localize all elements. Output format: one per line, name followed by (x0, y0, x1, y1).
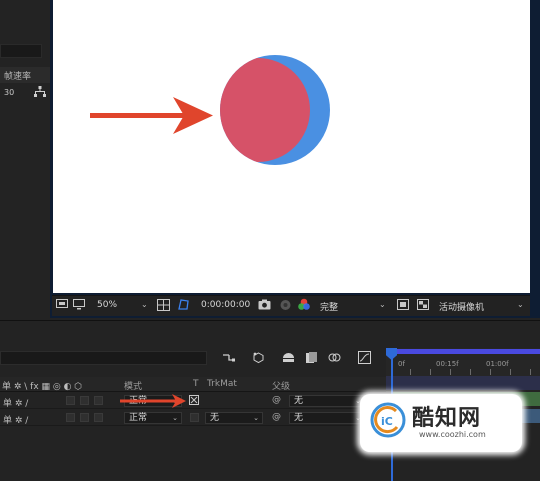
chevron-down-icon[interactable]: ⌄ (141, 300, 148, 309)
project-search-input[interactable] (0, 44, 42, 58)
camera-select[interactable]: 活动摄像机 (439, 300, 484, 313)
mask-icon[interactable] (177, 298, 190, 311)
blend-mode-value: 正常 (129, 413, 148, 423)
switch-box[interactable] (80, 396, 89, 405)
red-circle[interactable] (206, 58, 310, 162)
t-column-label[interactable]: T (193, 379, 199, 389)
chevron-down-icon[interactable]: ⌄ (517, 300, 524, 309)
svg-text:iC: iC (381, 415, 393, 428)
frame-rate-column-label[interactable]: 帧速率 (4, 69, 31, 82)
ruler-label: 0f (398, 360, 405, 368)
parent-column-label[interactable]: 父级 (272, 379, 290, 392)
parent-value: 无 (294, 396, 304, 406)
coozhi-logo-icon: iC (370, 402, 406, 438)
snapshot-icon[interactable] (258, 299, 271, 310)
ruler-tick (410, 369, 411, 375)
switch-box[interactable] (94, 396, 103, 405)
grid-icon[interactable] (157, 299, 170, 311)
parent-value: 无 (294, 413, 304, 423)
comp-flowchart-icon[interactable] (222, 351, 236, 364)
trkmat-column-label[interactable]: TrkMat (207, 379, 237, 389)
preserve-transparency-checkbox[interactable] (189, 395, 199, 405)
comp-region-icon[interactable] (56, 299, 68, 310)
resolution-select[interactable]: 完整 (320, 300, 338, 313)
fast-preview-icon[interactable] (397, 299, 409, 310)
watermark-name: 酷知网 (412, 406, 482, 431)
red-arrow-annotation (120, 394, 186, 408)
flowchart-icon[interactable] (34, 86, 46, 97)
timecode-display[interactable]: 0:00:00:00 (201, 300, 250, 310)
chevron-down-icon: ⌄ (253, 414, 259, 422)
switches-header: 单 ✲ \ fx ▦ ◎ ◐ ⬡ (2, 382, 83, 392)
draft-3d-icon[interactable] (251, 351, 265, 364)
ruler-label: 01:00f (486, 360, 509, 368)
ruler-tick (450, 369, 451, 375)
pick-whip-icon[interactable]: @ (272, 395, 281, 405)
chevron-down-icon: ⌄ (172, 414, 178, 422)
parent-dropdown[interactable]: 无 ⌄ (289, 395, 365, 407)
mode-column-label[interactable]: 模式 (124, 379, 142, 392)
layer-switches[interactable]: 单 ✲ / (3, 413, 28, 426)
switch-box[interactable] (66, 413, 75, 422)
ruler-tick (430, 369, 431, 375)
show-snapshot-icon[interactable] (279, 299, 292, 311)
ruler-label: 00:15f (436, 360, 459, 368)
ruler-tick (510, 369, 511, 375)
trkmat-value: 无 (210, 413, 220, 423)
ruler-tick (470, 369, 471, 375)
frame-rate-value: 30 (4, 88, 15, 97)
frame-blending-icon[interactable] (304, 351, 318, 364)
shy-layers-icon[interactable] (281, 351, 295, 364)
work-area-bar[interactable] (386, 376, 540, 390)
trkmat-dropdown[interactable]: 无 ⌄ (205, 412, 263, 424)
magnification-select[interactable]: 50% (97, 300, 117, 310)
parent-dropdown[interactable]: 无 ⌄ (289, 412, 365, 424)
color-channels-icon[interactable] (297, 298, 311, 311)
transparency-grid-icon[interactable] (417, 299, 429, 310)
ruler-tick (490, 369, 491, 375)
red-arrow-annotation (90, 97, 213, 134)
switch-box[interactable] (80, 413, 89, 422)
switch-box[interactable] (66, 396, 75, 405)
chevron-down-icon[interactable]: ⌄ (379, 300, 386, 309)
time-navigator[interactable] (388, 349, 540, 354)
overlapping-circles[interactable] (206, 55, 330, 165)
monitor-icon[interactable] (73, 299, 85, 310)
ruler-tick (530, 369, 531, 375)
pick-whip-icon[interactable]: @ (272, 412, 281, 422)
motion-blur-icon[interactable] (327, 351, 341, 364)
composition-scene (90, 55, 330, 165)
graph-editor-icon[interactable] (357, 351, 371, 364)
switch-box[interactable] (94, 413, 103, 422)
after-effects-window: 帧速率 30 50% ⌄ 0:00:00:00 完整 ⌄ 活动摄像机 ⌄ 单 ✲… (0, 0, 540, 481)
preserve-transparency-checkbox[interactable] (190, 413, 199, 422)
blend-mode-dropdown[interactable]: 正常 ⌄ (124, 412, 182, 424)
layer-switches[interactable]: 单 ✲ / (3, 396, 28, 409)
timeline-search-input[interactable] (0, 351, 207, 365)
watermark-url: www.coozhi.com (419, 430, 486, 439)
